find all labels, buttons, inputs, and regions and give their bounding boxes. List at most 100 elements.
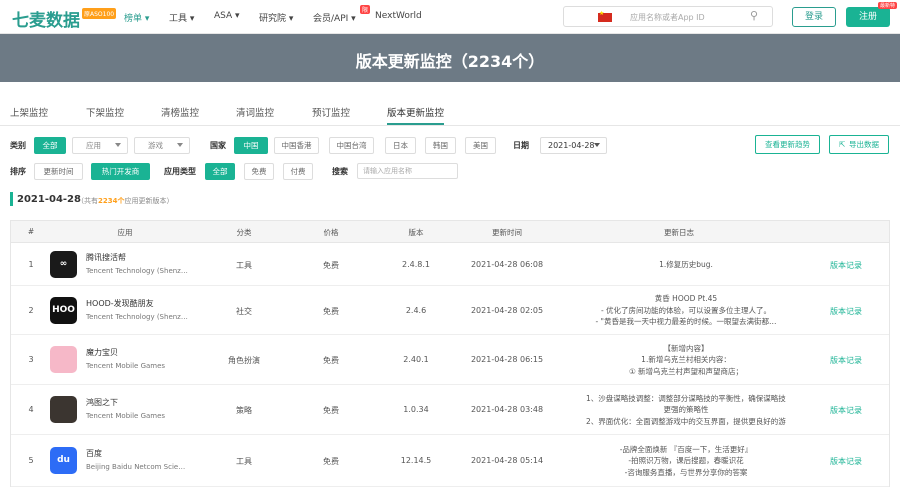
changelog: 1、沙盘谋略技调整：调整部分谋略技的平衡性，确保谋略技体现 更强的策略性 2、界面优…: [586, 393, 786, 428]
update-time: 2021-04-28 06:15: [470, 355, 544, 364]
country-chip-tw[interactable]: 中国台湾: [329, 137, 374, 154]
version-history-link[interactable]: 版本记录: [830, 405, 862, 416]
app-developer: Tencent Mobile Games: [86, 362, 166, 370]
search-input[interactable]: 应用名称或者App ID: [630, 12, 705, 23]
nav-item-research[interactable]: 研究院 ▾: [259, 11, 293, 24]
tab-preorder[interactable]: 预订监控: [312, 105, 350, 119]
app-name[interactable]: HOOD-发现酷朋友: [86, 298, 154, 309]
update-time: 2021-04-28 02:05: [470, 305, 544, 315]
chevron-down-icon: [177, 143, 183, 147]
login-button[interactable]: 登录: [792, 7, 836, 27]
country-label: 国家: [210, 141, 226, 150]
app-category: 社交: [236, 306, 252, 316]
top-nav: 七麦数据 原ASO100 榜单 ▾ 工具 ▾ ASA ▾ 研究院 ▾ 会员/AP…: [0, 0, 900, 34]
sort-by-developer-chip[interactable]: 热门开发商: [91, 163, 150, 180]
app-category: 策略: [236, 406, 252, 415]
country-chip-jp[interactable]: 日本: [385, 137, 416, 154]
version-history-link[interactable]: 版本记录: [830, 306, 862, 317]
app-name[interactable]: 百度: [86, 448, 102, 459]
nav-item-nextworld[interactable]: NextWorld: [375, 11, 422, 21]
table-header: # 应用 分类 价格 版本 更新时间 更新日志: [11, 221, 889, 243]
nav-item-membership[interactable]: 会员/API ▾: [313, 11, 356, 24]
category-app-dropdown[interactable]: 应用: [72, 137, 128, 154]
page-banner: 版本更新监控（2234个）: [0, 34, 900, 82]
app-developer: Tencent Technology (Shenz…: [86, 312, 188, 321]
version-history-link[interactable]: 版本记录: [830, 456, 862, 467]
app-icon[interactable]: ∞: [50, 250, 77, 278]
tab-keyword-clear[interactable]: 清词监控: [236, 105, 274, 119]
table-row: 1 ∞ 腾讯搜活帮 Tencent Technology (Shenz… 工具 免费 2.4…: [11, 243, 889, 286]
version-history-link[interactable]: 版本记录: [830, 260, 862, 271]
app-icon[interactable]: [50, 346, 77, 373]
app-name[interactable]: 腾讯搜活帮: [86, 252, 126, 263]
app-developer: Tencent Technology (Shenz…: [86, 266, 188, 275]
table-row: 2 HOO HOOD-发现酷朋友 Tencent Technology (Shenz……: [11, 286, 889, 335]
country-chip-kr[interactable]: 韩国: [425, 137, 456, 154]
app-price: 免费: [323, 260, 339, 270]
apptype-all-chip[interactable]: 全部: [205, 163, 235, 180]
changelog-line: -咨询服务直播，与世界分享你的答案: [624, 467, 748, 477]
tab-listing[interactable]: 上架监控: [10, 105, 48, 119]
col-app: 应用: [117, 228, 133, 237]
summary-accent: [10, 192, 13, 206]
tab-version-update[interactable]: 版本更新监控: [387, 105, 445, 125]
app-price: 免费: [323, 457, 339, 466]
app-icon[interactable]: HOO: [50, 296, 77, 324]
app-icon-glyph: HOO: [52, 304, 75, 315]
export-icon: ⇱: [839, 140, 846, 149]
changelog-line: 更强的策略性: [663, 405, 709, 415]
country-chip-hk[interactable]: 中国香港: [274, 137, 319, 154]
app-version: 12.14.5: [400, 456, 432, 465]
monitor-tabs: 上架监控 下架监控 清榜监控 清词监控 预订监控 版本更新监控: [0, 82, 900, 126]
nav-item-rankings[interactable]: 榜单 ▾: [124, 11, 149, 24]
search-icon[interactable]: ⚲: [750, 9, 758, 22]
nav-item-tools[interactable]: 工具 ▾: [169, 11, 194, 24]
sort-by-time-chip[interactable]: 更新时间: [34, 163, 83, 180]
tab-chart-clear[interactable]: 清榜监控: [161, 105, 199, 119]
app-name[interactable]: 魔力宝贝: [86, 347, 118, 358]
date-picker[interactable]: 2021-04-28: [540, 137, 607, 154]
col-changelog: 更新日志: [664, 228, 694, 237]
summary-count: 2234个: [98, 197, 125, 205]
app-icon-glyph: du: [57, 455, 70, 465]
search-label: 搜索: [332, 167, 348, 176]
app-developer: Beijing Baidu Netcom Scie…: [86, 463, 186, 471]
logo[interactable]: 七麦数据: [12, 6, 80, 31]
nav-item-asa[interactable]: ASA ▾: [214, 11, 240, 21]
export-button[interactable]: ⇱ 导出数据: [829, 135, 889, 154]
apptype-free-chip[interactable]: 免费: [244, 163, 274, 180]
category-game-dropdown[interactable]: 游戏: [134, 137, 190, 154]
country-chip-us[interactable]: 美国: [465, 137, 496, 154]
sort-label: 排序: [10, 167, 26, 176]
apptype-label: 应用类型: [164, 167, 196, 176]
app-name[interactable]: 鸿图之下: [86, 397, 118, 408]
row-index: 5: [28, 456, 34, 465]
row-index: 3: [28, 355, 34, 364]
col-price: 价格: [323, 228, 339, 237]
search-box[interactable]: 应用名称或者App ID ⚲: [563, 6, 773, 27]
version-history-link[interactable]: 版本记录: [830, 355, 862, 366]
changelog-line: 2、界面优化：全面调整游戏中的交互界面，提供更良好的游戏…: [586, 416, 786, 426]
changelog: 【新增内容】 1.新增乌克兰村相关内容： ① 新增乌克兰村声望和声望商店；: [586, 343, 786, 378]
country-chip-cn[interactable]: 中国: [234, 137, 268, 154]
app-name-search-input[interactable]: 请输入应用名称: [357, 163, 458, 179]
changelog: 1.修复历史bug.: [586, 259, 786, 271]
changelog-line: ① 新增乌克兰村声望和声望商店；: [628, 366, 744, 376]
changelog-line: 黄昏 HOOD Pt.45: [654, 294, 718, 304]
app-icon[interactable]: du: [50, 447, 77, 474]
apptype-paid-chip[interactable]: 付费: [283, 163, 313, 180]
page-title: 版本更新监控（2234个）: [355, 52, 545, 71]
app-version: 2.4.8.1: [402, 259, 430, 269]
tab-delisting[interactable]: 下架监控: [86, 105, 124, 119]
category-all-chip[interactable]: 全部: [34, 137, 66, 154]
row-index: 1: [28, 259, 34, 269]
app-price: 免费: [323, 406, 339, 415]
register-badge: 最新特: [878, 2, 898, 9]
china-flag-icon[interactable]: [598, 10, 612, 22]
app-icon[interactable]: [50, 396, 77, 423]
logo-badge: 原ASO100: [82, 8, 117, 19]
register-button[interactable]: 注册: [846, 7, 890, 27]
changelog-line: -品牌全面焕新 『百度一下，生活更好』: [619, 444, 753, 454]
changelog-line: 1.修复历史bug.: [659, 259, 713, 269]
view-trend-button[interactable]: 查看更新趋势: [755, 135, 820, 154]
